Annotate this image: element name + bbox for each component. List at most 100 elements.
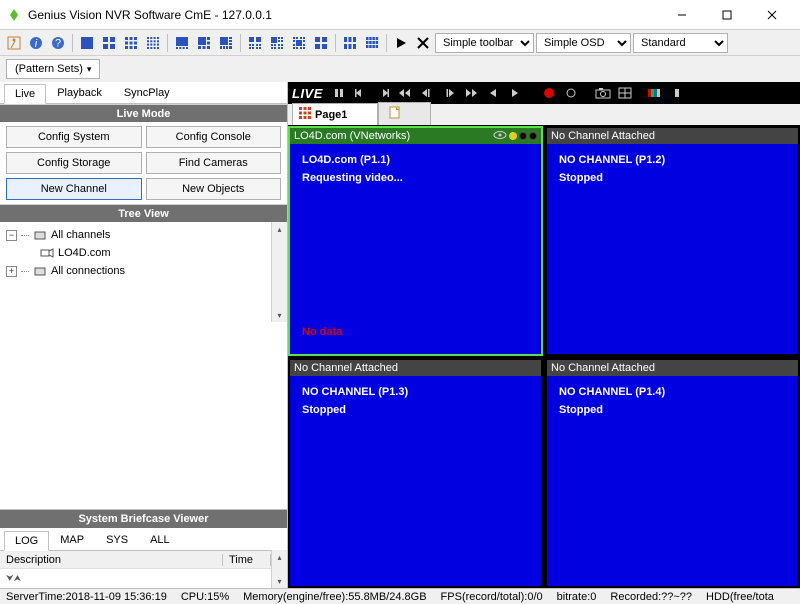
left-panel: Live Playback SyncPlay Live Mode Config … xyxy=(0,82,288,588)
layout-n16-icon[interactable] xyxy=(311,33,331,53)
toolbar-mode-select[interactable]: Simple toolbar xyxy=(435,33,534,53)
scroll-down-icon[interactable]: ▾ xyxy=(272,574,287,588)
collapse-icon[interactable]: − xyxy=(6,230,17,241)
tree-label: All connections xyxy=(51,265,125,277)
fastfwd-icon[interactable] xyxy=(461,84,481,102)
log-tab-all[interactable]: ALL xyxy=(139,530,181,550)
minimize-button[interactable] xyxy=(659,0,704,29)
channels-icon xyxy=(33,228,47,242)
tree-all-channels[interactable]: − All channels xyxy=(6,226,265,244)
prev-icon[interactable] xyxy=(483,84,503,102)
log-tab-sys[interactable]: SYS xyxy=(95,530,139,550)
stop-x-icon[interactable] xyxy=(413,33,433,53)
rewind-icon[interactable] xyxy=(395,84,415,102)
video-cell-1[interactable]: LO4D.com (VNetworks) LO4D.com (P1.1) Req… xyxy=(288,126,543,356)
page-grid-icon xyxy=(299,107,311,122)
help-icon[interactable]: ? xyxy=(48,33,68,53)
tab-syncplay[interactable]: SyncPlay xyxy=(113,83,181,103)
layout-4-icon[interactable] xyxy=(99,33,119,53)
pause-icon[interactable] xyxy=(329,84,349,102)
step-back-icon[interactable] xyxy=(417,84,437,102)
log-col-description[interactable]: Description xyxy=(0,554,223,566)
step-fwd-icon[interactable] xyxy=(439,84,459,102)
status-server-time: ServerTime:2018-11-09 15:36:19 xyxy=(6,591,167,603)
snapshot-icon[interactable] xyxy=(593,84,613,102)
page-tab-1[interactable]: Page1 xyxy=(292,103,378,125)
expand-icon[interactable]: + xyxy=(6,266,17,277)
cell-title: No Channel Attached xyxy=(294,362,398,374)
log-row-toggle[interactable]: ⮟⮝ xyxy=(0,568,271,588)
briefcase-header: System Briefcase Viewer xyxy=(0,510,287,528)
cell-line1: NO CHANNEL (P1.4) xyxy=(559,386,786,398)
cell-line2: Stopped xyxy=(559,404,786,416)
new-channel-button[interactable]: New Channel xyxy=(6,178,142,200)
scroll-up-icon[interactable]: ▴ xyxy=(272,222,287,236)
video-cell-4[interactable]: No Channel Attached NO CHANNEL (P1.4) St… xyxy=(545,358,800,588)
tree-channel-item[interactable]: LO4D.com xyxy=(6,244,265,262)
layout-n12-icon[interactable] xyxy=(267,33,287,53)
close-button[interactable] xyxy=(749,0,794,29)
new-objects-button[interactable]: New Objects xyxy=(146,178,282,200)
log-col-time[interactable]: Time xyxy=(223,554,271,566)
cell-title: No Channel Attached xyxy=(551,362,655,374)
status-fps: FPS(record/total):0/0 xyxy=(441,591,543,603)
video-grid: LO4D.com (VNetworks) LO4D.com (P1.1) Req… xyxy=(288,126,800,588)
layout-1-icon[interactable] xyxy=(77,33,97,53)
tab-playback[interactable]: Playback xyxy=(46,83,113,103)
pattern-sets-label: (Pattern Sets) xyxy=(15,63,83,75)
play-icon[interactable] xyxy=(391,33,411,53)
tab-live[interactable]: Live xyxy=(4,84,46,104)
left-tabs: Live Playback SyncPlay xyxy=(0,82,287,104)
video-cell-2[interactable]: No Channel Attached NO CHANNEL (P1.2) St… xyxy=(545,126,800,356)
layout-n13-icon[interactable] xyxy=(289,33,309,53)
tree-all-connections[interactable]: + All connections xyxy=(6,262,265,280)
color-bars-icon[interactable] xyxy=(645,84,665,102)
next-icon[interactable] xyxy=(505,84,525,102)
exit-icon[interactable] xyxy=(4,33,24,53)
video-cell-3[interactable]: No Channel Attached NO CHANNEL (P1.3) St… xyxy=(288,358,543,588)
record-alt-icon[interactable] xyxy=(561,84,581,102)
pattern-sets-row: (Pattern Sets) ▾ xyxy=(0,56,800,82)
find-cameras-button[interactable]: Find Cameras xyxy=(146,152,282,174)
cell-line2: Stopped xyxy=(302,404,529,416)
bar-extra-icon[interactable] xyxy=(667,84,687,102)
layout-3x6-icon[interactable] xyxy=(340,33,360,53)
osd-mode-select[interactable]: Simple OSD xyxy=(536,33,631,53)
layout-n5-icon[interactable] xyxy=(194,33,214,53)
standard-select[interactable]: Standard xyxy=(633,33,728,53)
skip-fwd-icon[interactable] xyxy=(373,84,393,102)
layout-n8-icon[interactable] xyxy=(245,33,265,53)
config-console-button[interactable]: Config Console xyxy=(146,126,282,148)
tree-scrollbar[interactable]: ▴ ▾ xyxy=(271,222,287,322)
maximize-button[interactable] xyxy=(704,0,749,29)
status-hdd: HDD(free/tota xyxy=(706,591,774,603)
cell-title: LO4D.com (VNetworks) xyxy=(294,130,410,142)
log-tab-map[interactable]: MAP xyxy=(49,530,95,550)
skip-back-icon[interactable] xyxy=(351,84,371,102)
record-icon[interactable] xyxy=(539,84,559,102)
log-scrollbar[interactable]: ▴ ▾ xyxy=(271,550,287,588)
status-dot-black xyxy=(529,132,537,140)
layout-4x6-icon[interactable] xyxy=(362,33,382,53)
status-memory: Memory(engine/free):55.8MB/24.8GB xyxy=(243,591,426,603)
chevron-toggle-icon: ⮟⮝ xyxy=(6,573,21,584)
connections-icon xyxy=(33,264,47,278)
grid-tool-icon[interactable] xyxy=(615,84,635,102)
config-system-button[interactable]: Config System xyxy=(6,126,142,148)
scroll-down-icon[interactable]: ▾ xyxy=(272,308,287,322)
cell-line1: NO CHANNEL (P1.2) xyxy=(559,154,786,166)
info-icon[interactable]: i xyxy=(26,33,46,53)
layout-9-icon[interactable] xyxy=(121,33,141,53)
window-title: Genius Vision NVR Software CmE - 127.0.0… xyxy=(28,8,272,22)
layout-16-icon[interactable] xyxy=(143,33,163,53)
layout-n6-icon[interactable] xyxy=(216,33,236,53)
status-recorded: Recorded:??~?? xyxy=(610,591,692,603)
page-tab-new[interactable] xyxy=(378,102,431,125)
log-tab-log[interactable]: LOG xyxy=(4,531,49,551)
cell-line1: LO4D.com (P1.1) xyxy=(302,154,529,166)
pattern-sets-button[interactable]: (Pattern Sets) ▾ xyxy=(6,59,100,79)
scroll-up-icon[interactable]: ▴ xyxy=(272,550,287,564)
config-storage-button[interactable]: Config Storage xyxy=(6,152,142,174)
status-dot-yellow xyxy=(509,132,517,140)
layout-n4-icon[interactable] xyxy=(172,33,192,53)
